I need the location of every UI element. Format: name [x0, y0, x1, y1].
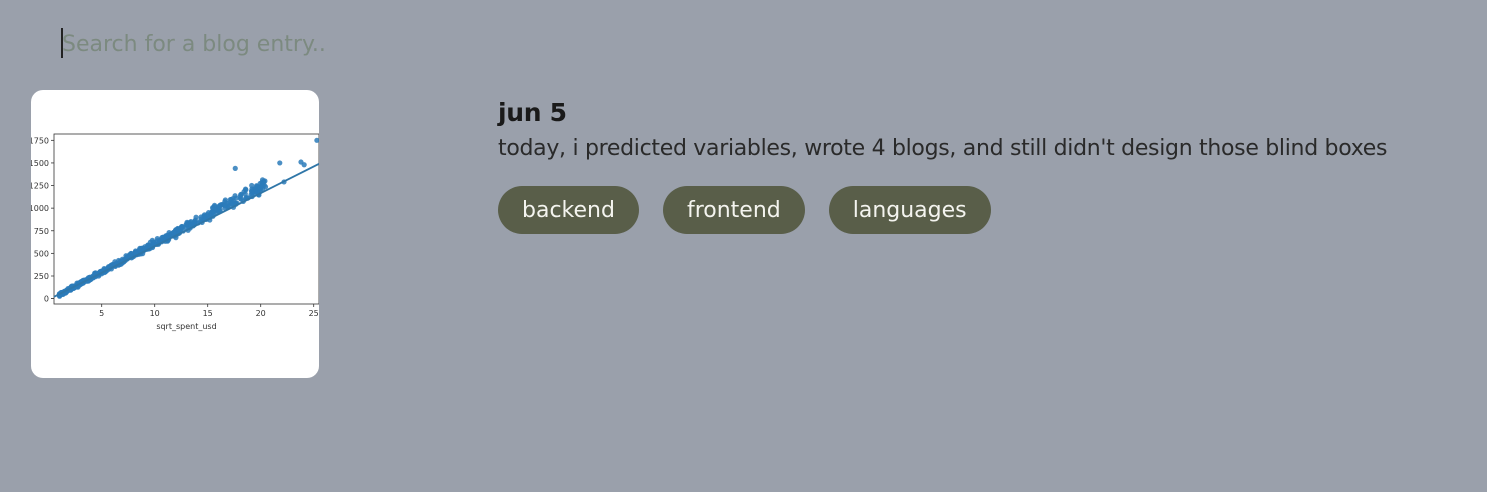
data-point: [174, 226, 181, 232]
data-point: [222, 197, 228, 203]
tag-frontend[interactable]: frontend: [662, 186, 805, 234]
entry-description: today, i predicted variables, wrote 4 bl…: [498, 136, 1388, 161]
tag-list: backend frontend languages: [498, 186, 1458, 234]
x-tick-label: 15: [203, 309, 213, 318]
data-point: [230, 195, 236, 202]
y-tick-label: 0: [44, 295, 49, 304]
text-cursor: [61, 28, 63, 58]
data-point: [238, 191, 244, 197]
data-point: [242, 186, 249, 192]
y-tick-label: 750: [34, 227, 49, 236]
x-tick-label: 5: [99, 309, 104, 318]
data-point: [259, 183, 265, 189]
y-tick-label: 1500: [31, 159, 49, 168]
data-point: [262, 178, 268, 184]
data-point: [232, 165, 238, 171]
y-tick-label: 250: [34, 272, 49, 281]
data-point: [277, 160, 283, 166]
entry-date[interactable]: jun 5: [498, 96, 1458, 130]
x-tick-label: 25: [309, 309, 319, 318]
blog-entry: jun 5 today, i predicted variables, wrot…: [498, 96, 1458, 234]
x-tick-label: 10: [150, 309, 160, 318]
x-axis-label: sqrt_spent_usd: [156, 322, 216, 331]
trend-line: [53, 163, 319, 298]
data-point: [314, 137, 319, 143]
x-tick-label: 20: [256, 309, 266, 318]
search-bar[interactable]: [60, 24, 480, 64]
data-point: [180, 224, 186, 230]
y-tick-label: 1250: [31, 182, 49, 191]
y-tick-label: 500: [34, 249, 49, 258]
entry-thumbnail[interactable]: 0 250 500 750 1000 1250 1500 1750 5 10 15 20 25 sqrt_…: [31, 90, 319, 378]
data-point: [248, 188, 255, 194]
data-point: [229, 200, 236, 206]
data-point: [301, 162, 307, 168]
tag-backend[interactable]: backend: [498, 186, 639, 234]
search-input[interactable]: [60, 24, 480, 64]
tag-languages[interactable]: languages: [828, 186, 991, 234]
data-point: [249, 182, 255, 189]
y-tick-label: 1000: [31, 204, 49, 213]
data-point: [210, 204, 216, 211]
data-point: [222, 203, 228, 209]
data-point: [170, 229, 177, 236]
data-point: [159, 234, 165, 241]
scatter-chart: 0 250 500 750 1000 1250 1500 1750 5 10 15 20 25 sqrt_…: [31, 133, 319, 331]
y-tick-label: 1750: [31, 136, 49, 145]
data-point: [216, 203, 222, 210]
